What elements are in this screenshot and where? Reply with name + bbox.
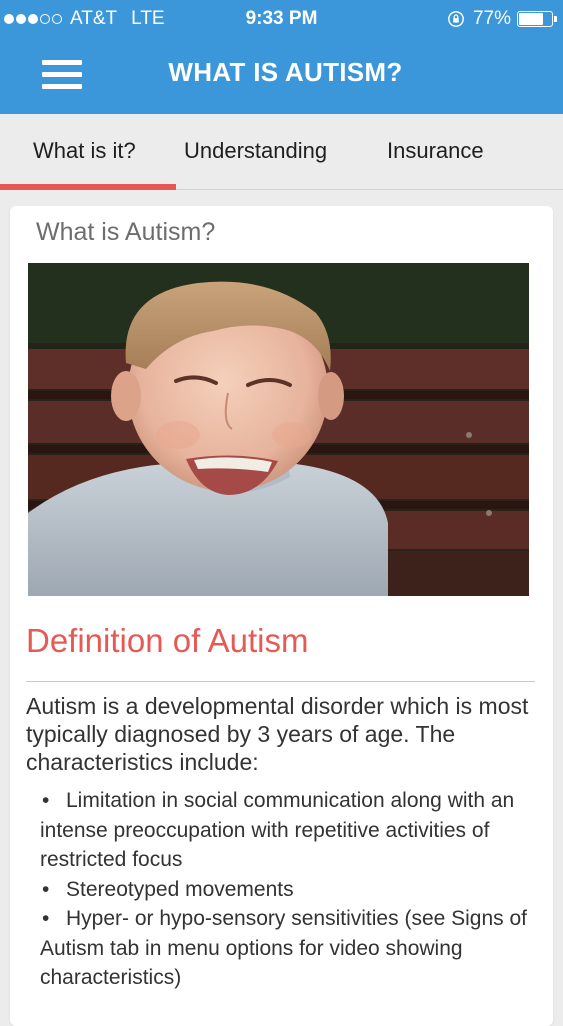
smiling-boy-photo [28, 263, 529, 596]
list-item: • Hyper- or hypo-sensory sensitivities (s… [40, 907, 528, 989]
app-header: AT&T LTE 9:33 PM 77% WHAT IS AUTISM? [0, 0, 563, 114]
rotation-lock-icon [448, 11, 464, 27]
list-item-text: Stereotyped movements [66, 877, 294, 901]
tab-what-is-it[interactable]: What is it? [33, 138, 136, 164]
battery-fill [519, 13, 543, 25]
tab-understanding[interactable]: Understanding [184, 138, 327, 164]
battery-percentage: 77% [472, 8, 511, 29]
tab-bar: What is it? Understanding Insurance [0, 114, 563, 190]
list-item: • Limitation in social communication alon… [40, 789, 515, 871]
page-title: WHAT IS AUTISM? [168, 57, 403, 87]
section-divider [26, 681, 535, 682]
tab-divider [176, 189, 563, 190]
status-right: 77% [447, 8, 557, 30]
active-tab-indicator [0, 184, 176, 190]
characteristics-list: • Limitation in social communication alon… [40, 786, 535, 993]
list-item-text: Hyper- or hypo-sensory sensitivities (se… [40, 907, 528, 989]
list-item-text: Limitation in social communication along… [40, 789, 515, 871]
content-card: What is Autism? Definition of Autism Aut… [10, 206, 553, 1026]
card-heading: What is Autism? [36, 218, 216, 246]
section-title: Definition of Autism [26, 622, 309, 659]
intro-paragraph: Autism is a developmental disorder which… [26, 693, 529, 775]
battery-icon [517, 11, 557, 27]
list-item: • Stereotyped movements [42, 877, 294, 901]
tab-insurance[interactable]: Insurance [387, 138, 484, 164]
status-bar: AT&T LTE 9:33 PM 77% [0, 0, 563, 38]
